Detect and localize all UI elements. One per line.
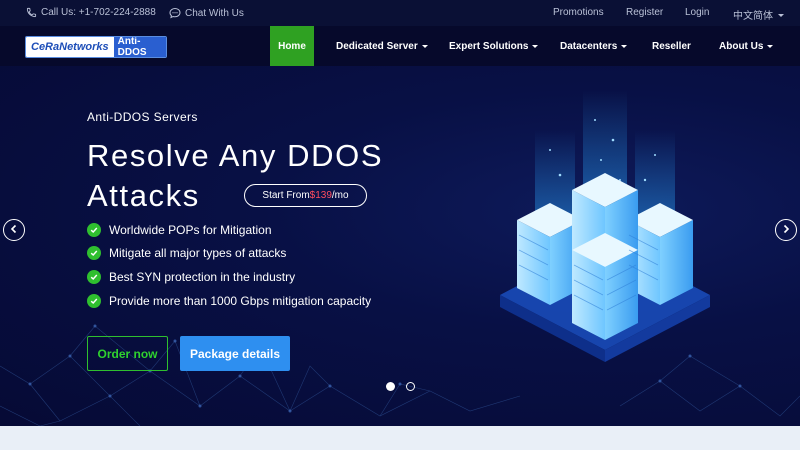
phone-label: Call Us: +1-702-224-2888 bbox=[41, 7, 156, 18]
feature-text: Mitigate all major types of attacks bbox=[109, 246, 287, 261]
check-icon bbox=[87, 222, 101, 237]
nav-about-us-label: About Us bbox=[719, 40, 764, 52]
logo-text: CeRaNetworks bbox=[26, 37, 114, 57]
chat-link[interactable]: Chat With Us bbox=[169, 7, 244, 19]
register-link[interactable]: Register bbox=[626, 7, 663, 18]
main-header: CeRaNetworks Anti-DDOS Home Dedicated Se… bbox=[0, 26, 800, 66]
check-icon bbox=[87, 269, 101, 284]
top-bar: Call Us: +1-702-224-2888 Chat With Us Pr… bbox=[0, 0, 800, 26]
phone-link[interactable]: Call Us: +1-702-224-2888 bbox=[26, 7, 156, 18]
chevron-down-icon bbox=[767, 45, 774, 48]
hero-eyebrow: Anti-DDOS Servers bbox=[87, 110, 198, 124]
price-amount: $139 bbox=[309, 190, 332, 201]
list-item: Best SYN protection in the industry bbox=[87, 265, 371, 289]
price-badge: Start From $139/mo bbox=[244, 184, 367, 207]
login-link[interactable]: Login bbox=[685, 7, 709, 18]
package-details-button[interactable]: Package details bbox=[180, 336, 290, 371]
nav-dedicated-server[interactable]: Dedicated Server bbox=[336, 26, 428, 66]
price-suffix: /mo bbox=[331, 190, 349, 201]
carousel-dot-1[interactable] bbox=[386, 382, 395, 391]
phone-icon bbox=[26, 7, 37, 18]
chat-icon bbox=[169, 7, 181, 19]
chevron-down-icon bbox=[621, 45, 628, 48]
server-illustration bbox=[500, 90, 710, 362]
feature-text: Worldwide POPs for Mitigation bbox=[109, 222, 272, 237]
chevron-right-icon bbox=[781, 221, 791, 239]
chevron-left-icon bbox=[9, 221, 19, 239]
nav-reseller-label: Reseller bbox=[652, 40, 691, 52]
check-icon bbox=[87, 246, 101, 261]
chevron-down-icon bbox=[421, 45, 428, 48]
chevron-down-icon bbox=[532, 45, 539, 48]
nav-about-us[interactable]: About Us bbox=[719, 26, 774, 66]
language-label: 中文简体 bbox=[733, 11, 773, 22]
nav-home[interactable]: Home bbox=[270, 26, 314, 66]
nav-expert-solutions[interactable]: Expert Solutions bbox=[449, 26, 539, 66]
nav-home-label: Home bbox=[278, 40, 306, 52]
feature-text: Provide more than 1000 Gbps mitigation c… bbox=[109, 293, 372, 308]
language-selector[interactable]: 中文简体 bbox=[733, 7, 784, 22]
list-item: Mitigate all major types of attacks bbox=[87, 242, 371, 266]
chat-label: Chat With Us bbox=[185, 7, 244, 19]
list-item: Worldwide POPs for Mitigation bbox=[87, 218, 371, 242]
carousel-prev-button[interactable] bbox=[3, 219, 25, 241]
nav-datacenters-label: Datacenters bbox=[560, 40, 618, 52]
promotions-link[interactable]: Promotions bbox=[553, 7, 604, 18]
nav-dedicated-server-label: Dedicated Server bbox=[336, 40, 418, 52]
nav-reseller[interactable]: Reseller bbox=[652, 26, 691, 66]
list-item: Provide more than 1000 Gbps mitigation c… bbox=[87, 289, 371, 313]
logo[interactable]: CeRaNetworks Anti-DDOS bbox=[25, 36, 167, 58]
feature-list: Worldwide POPs for Mitigation Mitigate a… bbox=[87, 218, 371, 312]
check-icon bbox=[87, 293, 101, 308]
carousel-next-button[interactable] bbox=[775, 219, 797, 241]
chevron-down-icon bbox=[778, 13, 784, 17]
hero-banner: Anti-DDOS Servers Resolve Any DDOS Attac… bbox=[0, 66, 800, 426]
logo-badge: Anti-DDOS bbox=[113, 37, 166, 57]
feature-text: Best SYN protection in the industry bbox=[109, 269, 296, 284]
order-now-button[interactable]: Order now bbox=[87, 336, 168, 371]
nav-expert-solutions-label: Expert Solutions bbox=[449, 40, 529, 52]
carousel-dot-2[interactable] bbox=[406, 382, 415, 391]
price-prefix: Start From bbox=[262, 190, 310, 201]
nav-datacenters[interactable]: Datacenters bbox=[560, 26, 628, 66]
